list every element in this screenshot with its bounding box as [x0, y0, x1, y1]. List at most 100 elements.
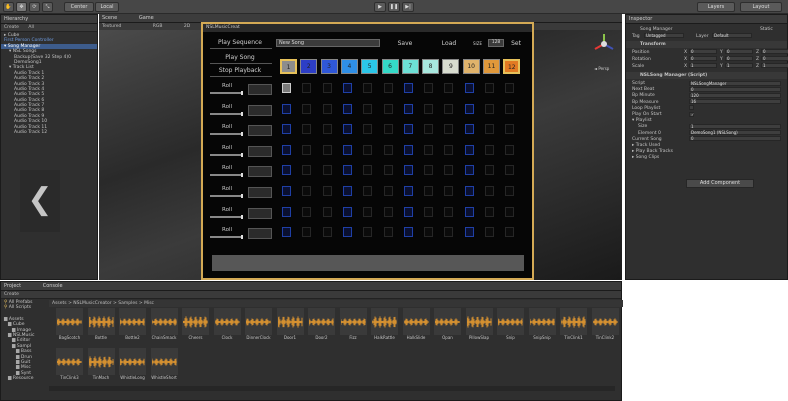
asset-item[interactable]: TinClink3 [56, 348, 83, 381]
asset-item[interactable]: HalkRattle [371, 308, 398, 341]
step-cell[interactable] [403, 186, 413, 196]
step-cell[interactable] [505, 206, 515, 217]
asset-item[interactable]: ChainSmack [150, 308, 178, 341]
step-cell[interactable] [403, 165, 413, 176]
roll-toggle[interactable] [248, 145, 272, 157]
step-cell[interactable] [322, 83, 332, 93]
field-value[interactable]: 120 [689, 92, 781, 98]
step-cell[interactable] [424, 144, 434, 155]
step-cell[interactable] [444, 103, 454, 114]
asset-item[interactable]: Door2 [308, 308, 335, 341]
roll-toggle[interactable] [248, 84, 272, 95]
step-cell[interactable] [424, 227, 434, 238]
component-header[interactable]: NSLSong Manager (Script) [626, 72, 787, 79]
track-pad-7[interactable]: 7 [401, 59, 419, 74]
step-cell[interactable] [424, 83, 434, 93]
step-cell[interactable] [444, 124, 454, 135]
step-cell[interactable] [444, 83, 454, 93]
step-cell[interactable] [403, 103, 413, 114]
step-cell[interactable] [444, 186, 454, 196]
slider-handle[interactable] [241, 214, 243, 219]
step-cell[interactable] [282, 186, 291, 196]
step-cell[interactable] [464, 144, 474, 155]
transform-header[interactable]: Transform [626, 41, 787, 48]
asset-item[interactable]: WhistleLong [119, 348, 146, 381]
play-sequence-button[interactable]: Play Sequence [213, 38, 267, 47]
transform-value[interactable]: 0 [689, 56, 717, 61]
transform-value[interactable]: 1 [761, 63, 788, 68]
transform-value[interactable]: 0 [689, 49, 717, 54]
step-cell[interactable] [403, 206, 413, 217]
field-value[interactable]: 0 [689, 86, 781, 92]
load-button[interactable]: Load [435, 39, 463, 48]
roll-toggle[interactable] [248, 228, 272, 240]
track-pad-12[interactable]: 12 [503, 59, 521, 74]
asset-item[interactable]: TinMach [87, 348, 115, 381]
field-value[interactable]: 1 [689, 123, 781, 129]
step-cell[interactable] [444, 227, 454, 238]
step-cell[interactable] [342, 186, 352, 196]
step-cell[interactable] [383, 206, 393, 217]
step-cell[interactable] [282, 165, 291, 176]
step-cell[interactable] [424, 206, 434, 217]
step-cell[interactable] [342, 206, 352, 217]
step-cell[interactable] [342, 144, 352, 155]
roll-slider[interactable] [210, 214, 243, 219]
step-cell[interactable] [342, 103, 352, 114]
step-cell[interactable] [282, 144, 291, 155]
step-cell[interactable] [485, 144, 494, 155]
step-cell[interactable] [342, 83, 352, 93]
step-cell[interactable] [282, 206, 291, 217]
roll-slider[interactable] [210, 173, 243, 178]
step-cell[interactable] [464, 165, 474, 176]
step-cell[interactable] [383, 227, 393, 238]
hierarchy-tab[interactable]: Hierarchy [1, 15, 97, 24]
step-cell[interactable] [444, 144, 454, 155]
scale-tool-icon[interactable]: ⤡ [42, 2, 53, 12]
step-cell[interactable] [485, 186, 494, 196]
roll-slider[interactable] [210, 132, 243, 137]
step-cell[interactable] [302, 165, 312, 176]
pause-icon[interactable]: ❚❚ [388, 2, 400, 12]
roll-slider[interactable] [210, 111, 243, 116]
slider-handle[interactable] [241, 91, 243, 95]
asset-item[interactable]: Bottle2 [119, 308, 146, 341]
2d-toggle[interactable]: 2D [184, 24, 190, 29]
step-cell[interactable] [302, 144, 312, 155]
asset-item[interactable]: Door1 [276, 308, 304, 341]
step-cell[interactable] [383, 83, 393, 93]
tab-console[interactable]: Console [43, 283, 63, 289]
pivot-center-button[interactable]: Center [64, 2, 94, 12]
track-pad-8[interactable]: 8 [422, 59, 440, 74]
step-cell[interactable] [363, 144, 373, 155]
step-cell[interactable] [383, 103, 393, 114]
roll-toggle[interactable] [248, 104, 272, 116]
asset-item[interactable]: BagScotch [56, 308, 83, 341]
roll-slider[interactable] [210, 235, 243, 240]
shading-dropdown[interactable]: Textured [102, 24, 121, 29]
step-cell[interactable] [363, 227, 373, 238]
step-cell[interactable] [464, 103, 474, 114]
size-input[interactable]: 128 [488, 39, 504, 47]
step-cell[interactable] [464, 206, 474, 217]
transform-value[interactable]: 1 [725, 63, 753, 68]
slider-handle[interactable] [241, 173, 243, 178]
step-cell[interactable] [424, 124, 434, 135]
step-cell[interactable] [464, 83, 474, 93]
folder-item[interactable]: ▆ Resource [4, 376, 46, 381]
step-cell[interactable] [505, 165, 515, 176]
scene-gizmo-icon[interactable] [592, 32, 616, 56]
roll-toggle[interactable] [248, 207, 272, 219]
play-song-button[interactable]: Play Song [213, 53, 267, 62]
step-cell[interactable] [363, 103, 373, 114]
tab-game[interactable]: Game [139, 15, 154, 21]
field-value[interactable]: NSLSongManager [689, 80, 781, 86]
transform-value[interactable]: 0 [725, 56, 753, 61]
asset-item[interactable]: SnipSnip [528, 308, 556, 341]
step-cell[interactable] [363, 83, 373, 93]
layers-dropdown[interactable]: Layers [697, 2, 735, 12]
step-cell[interactable] [302, 186, 312, 196]
track-pad-9[interactable]: 9 [442, 59, 460, 74]
tab-project[interactable]: Project [4, 283, 21, 289]
step-cell[interactable] [342, 227, 352, 238]
